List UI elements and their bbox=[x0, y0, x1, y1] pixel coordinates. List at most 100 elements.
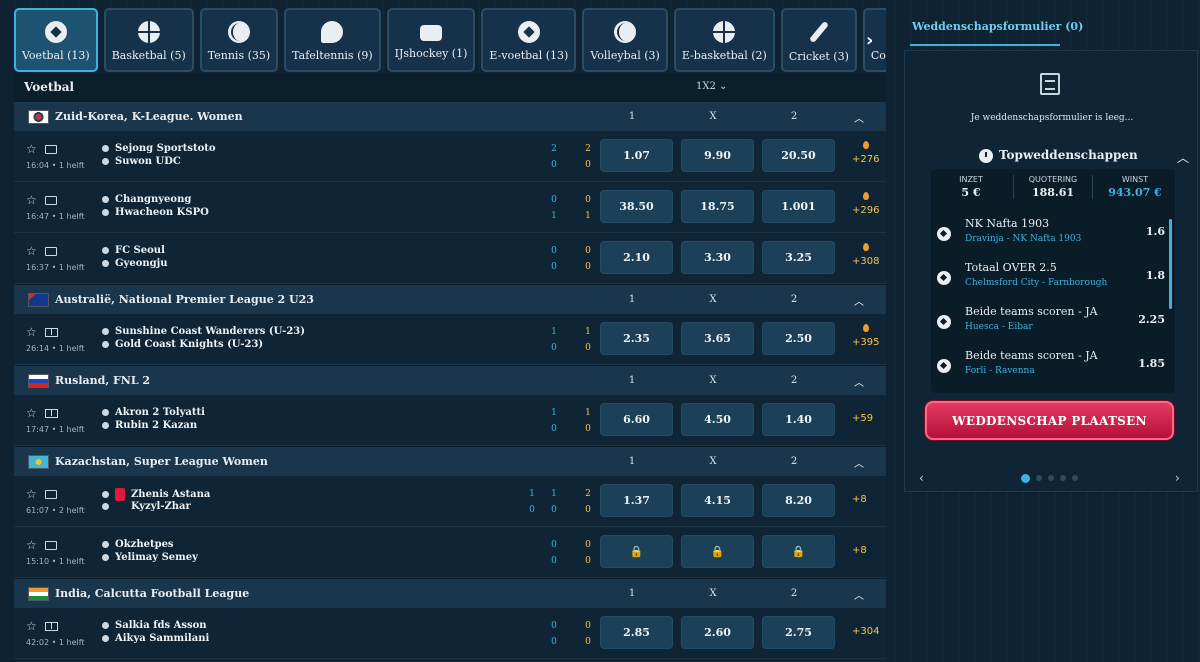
market-dropdown[interactable]: 1X2 ⌄ bbox=[696, 81, 727, 92]
betslip-tab[interactable]: Weddenschapsformulier (0) bbox=[912, 20, 1083, 33]
league-header[interactable]: India, Calcutta Football League 1 X 2 ︿ bbox=[14, 578, 886, 608]
odds-button[interactable]: 4.15 bbox=[681, 484, 754, 517]
match-row[interactable]: ☆ 26:14 • 1 helft Sunshine Coast Wanderers… bbox=[14, 314, 886, 365]
sport-tab[interactable]: IJshockey (1) bbox=[386, 8, 476, 72]
odds-button[interactable]: 2.75 bbox=[762, 616, 835, 649]
more-markets-count[interactable]: +276 bbox=[852, 154, 879, 165]
score-half: 0 bbox=[551, 637, 557, 647]
odds-button[interactable]: 20.50 bbox=[762, 139, 835, 172]
odds-button[interactable]: 2.60 bbox=[681, 616, 754, 649]
chevron-up-icon[interactable]: ︿ bbox=[854, 110, 864, 125]
match-row[interactable]: ☆ 42:02 • 1 helft Salkia fds Asson Aikya Sa… bbox=[14, 608, 886, 659]
top-bet-pick[interactable]: Totaal OVER 2.5 Chelmsford City - Farnbor… bbox=[931, 259, 1167, 303]
more-markets-count[interactable]: +59 bbox=[852, 413, 873, 424]
odds-button[interactable]: 1.001 bbox=[762, 190, 835, 223]
league-header[interactable]: Kazachstan, Super League Women 1 X 2 ︿ bbox=[14, 446, 886, 476]
chevron-up-icon[interactable]: ︿ bbox=[854, 293, 864, 308]
star-icon[interactable]: ☆ bbox=[26, 325, 37, 339]
odds-button[interactable]: 9.90 bbox=[681, 139, 754, 172]
odds-button[interactable]: 4.50 bbox=[681, 403, 754, 436]
sport-tab[interactable]: E-basketbal (2) bbox=[673, 8, 775, 72]
carousel-dot[interactable] bbox=[1072, 475, 1078, 481]
sport-tab[interactable]: Basketbal (5) bbox=[103, 8, 194, 72]
top-bet-pick[interactable]: Beide teams scoren - JA Huesca - Eibar 2.2… bbox=[931, 303, 1167, 347]
more-markets-count[interactable]: +308 bbox=[852, 256, 879, 267]
match-row[interactable]: ☆ 16:04 • 1 helft Sejong Sportstoto Suwon U… bbox=[14, 131, 886, 182]
pitch-icon[interactable] bbox=[44, 409, 58, 418]
sport-tab[interactable]: E-voetbal (13) bbox=[481, 8, 577, 72]
odds-button[interactable]: 18.75 bbox=[681, 190, 754, 223]
pick-odds[interactable]: 2.25 bbox=[1131, 313, 1165, 326]
pick-odds[interactable]: 1.8 bbox=[1131, 269, 1165, 282]
tv-icon[interactable] bbox=[44, 196, 57, 205]
odds-button[interactable]: 3.25 bbox=[762, 241, 835, 274]
more-markets-count[interactable]: +304 bbox=[852, 626, 879, 637]
place-bet-button[interactable]: WEDDENSCHAP PLAATSEN bbox=[925, 401, 1174, 440]
star-icon[interactable]: ☆ bbox=[26, 142, 37, 156]
pick-odds[interactable]: 1.85 bbox=[1131, 357, 1165, 370]
carousel-dots[interactable] bbox=[1021, 474, 1084, 483]
top-bet-pick[interactable]: NK Nafta 1903 Dravinja - NK Nafta 1903 1.6 bbox=[931, 215, 1167, 259]
match-row[interactable]: ☆ 17:47 • 1 helft Akron 2 Tolyatti Rubin 2 … bbox=[14, 395, 886, 446]
pick-odds[interactable]: 1.6 bbox=[1131, 225, 1165, 238]
star-icon[interactable]: ☆ bbox=[26, 619, 37, 633]
tv-icon[interactable] bbox=[44, 490, 57, 499]
odds-button[interactable]: 1.07 bbox=[600, 139, 673, 172]
tv-icon[interactable] bbox=[44, 541, 57, 550]
top-bets-header[interactable]: Topweddenschappen ︿ bbox=[905, 147, 1199, 167]
league-header[interactable]: Rusland, FNL 2 1 X 2 ︿ bbox=[14, 365, 886, 395]
sport-tab[interactable]: Volleybal (3) bbox=[582, 8, 668, 72]
more-markets-count[interactable]: +8 bbox=[852, 545, 867, 556]
tv-icon[interactable] bbox=[44, 247, 57, 256]
pitch-icon[interactable] bbox=[44, 622, 58, 631]
more-markets-count[interactable]: +296 bbox=[852, 205, 879, 216]
clock-icon bbox=[979, 149, 993, 163]
match-row[interactable]: ☆ 61:07 • 2 helft Zhenis Astana Kyzyl-Zhar 1… bbox=[14, 476, 886, 527]
sport-tab[interactable]: Tennis (35) bbox=[199, 8, 279, 72]
carousel-dot[interactable] bbox=[1060, 475, 1066, 481]
chevron-up-icon[interactable]: ︿ bbox=[1177, 149, 1189, 166]
more-markets-count[interactable]: +8 bbox=[852, 494, 867, 505]
sport-tab[interactable]: Cricket (3) bbox=[780, 8, 857, 72]
match-row[interactable]: ☆ 16:37 • 1 helft FC Seoul Gyeongju 0 0 0 0 2.10… bbox=[14, 233, 886, 284]
carousel-next-icon[interactable]: › bbox=[1175, 471, 1180, 485]
odds-button[interactable]: 2.10 bbox=[600, 241, 673, 274]
chevron-up-icon[interactable]: ︿ bbox=[854, 587, 864, 602]
star-icon[interactable]: ☆ bbox=[26, 244, 37, 258]
league-header[interactable]: Zuid-Korea, K-League. Women 1 X 2 ︿ bbox=[14, 101, 886, 131]
top-bet-pick[interactable]: Beide teams scoren - JA Forli - Ravenna 1.… bbox=[931, 347, 1167, 391]
star-icon[interactable]: ☆ bbox=[26, 538, 37, 552]
sport-tab[interactable]: Tafeltennis (9) bbox=[284, 8, 381, 72]
carousel-dot[interactable] bbox=[1021, 474, 1030, 483]
star-icon[interactable]: ☆ bbox=[26, 406, 37, 420]
odds-button[interactable]: 1.40 bbox=[762, 403, 835, 436]
carousel-prev-icon[interactable]: ‹ bbox=[919, 471, 924, 485]
odds-button[interactable]: 2.50 bbox=[762, 322, 835, 355]
home-team-name: Okzhetpes bbox=[115, 539, 174, 550]
carousel-dot[interactable] bbox=[1048, 475, 1054, 481]
picks-scrollbar[interactable] bbox=[1169, 219, 1172, 309]
chevron-up-icon[interactable]: ︿ bbox=[854, 374, 864, 389]
score-tot: 0 bbox=[585, 424, 591, 434]
match-row[interactable]: ☆ 16:47 • 1 helft Changnyeong Hwacheon KSPO… bbox=[14, 182, 886, 233]
betslip-tab-underline bbox=[910, 44, 1060, 46]
pitch-icon[interactable] bbox=[44, 328, 58, 337]
tabs-next-arrow-icon[interactable]: › bbox=[866, 30, 873, 51]
odds-button[interactable]: 38.50 bbox=[600, 190, 673, 223]
odds-button[interactable]: 8.20 bbox=[762, 484, 835, 517]
odds-button[interactable]: 2.85 bbox=[600, 616, 673, 649]
odds-button[interactable]: 3.30 bbox=[681, 241, 754, 274]
star-icon[interactable]: ☆ bbox=[26, 487, 37, 501]
sport-tab[interactable]: Voetbal (13) bbox=[14, 8, 98, 72]
carousel-dot[interactable] bbox=[1036, 475, 1042, 481]
odds-button[interactable]: 2.35 bbox=[600, 322, 673, 355]
star-icon[interactable]: ☆ bbox=[26, 193, 37, 207]
match-row[interactable]: ☆ 15:10 • 1 helft Okzhetpes Yelimay Semey 0 0… bbox=[14, 527, 886, 578]
odds-button[interactable]: 3.65 bbox=[681, 322, 754, 355]
tv-icon[interactable] bbox=[44, 145, 57, 154]
more-markets-count[interactable]: +395 bbox=[852, 337, 879, 348]
league-header[interactable]: Australië, National Premier League 2 U23… bbox=[14, 284, 886, 314]
odds-button[interactable]: 6.60 bbox=[600, 403, 673, 436]
chevron-up-icon[interactable]: ︿ bbox=[854, 455, 864, 470]
odds-button[interactable]: 1.37 bbox=[600, 484, 673, 517]
